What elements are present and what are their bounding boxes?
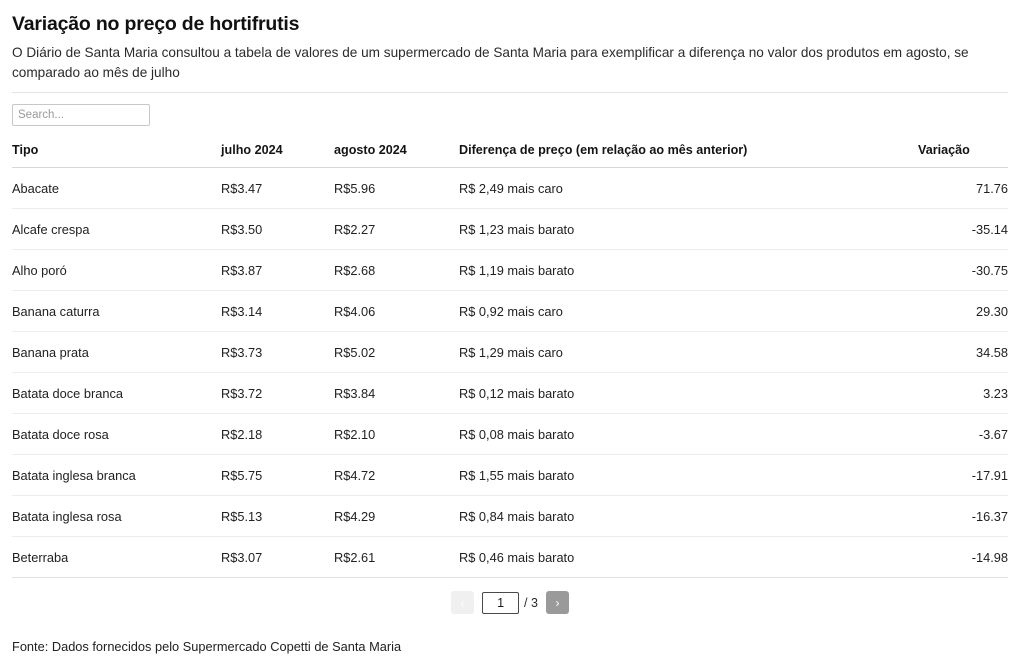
cell-tipo: Alho poró bbox=[12, 249, 221, 291]
cell-tipo: Banana caturra bbox=[12, 290, 221, 332]
cell-tipo: Batata inglesa rosa bbox=[12, 495, 221, 537]
cell-tipo: Batata inglesa branca bbox=[12, 454, 221, 496]
table-row: Batata doce branca R$3.72 R$3.84 R$ 0,12 ma… bbox=[12, 372, 1008, 414]
table-row: Batata doce rosa R$2.18 R$2.10 R$ 0,08 mais… bbox=[12, 413, 1008, 455]
table-row: Abacate R$3.47 R$5.96 R$ 2,49 mais caro 71.7… bbox=[12, 167, 1008, 209]
cell-tipo: Beterraba bbox=[12, 536, 221, 578]
source-note: Fonte: Dados fornecidos pelo Supermercad… bbox=[12, 639, 402, 654]
cell-agosto: R$5.96 bbox=[334, 167, 459, 209]
cell-julho: R$3.14 bbox=[221, 290, 334, 332]
cell-agosto: R$3.84 bbox=[334, 372, 459, 414]
cell-agosto: R$4.29 bbox=[334, 495, 459, 537]
cell-agosto: R$4.06 bbox=[334, 290, 459, 332]
cell-variacao: -3.67 bbox=[918, 413, 1008, 455]
cell-tipo: Batata doce rosa bbox=[12, 413, 221, 455]
pagination-total-label: / 3 bbox=[524, 595, 538, 610]
table-row: Batata inglesa branca R$5.75 R$4.72 R$ 1,55… bbox=[12, 454, 1008, 496]
cell-agosto: R$4.72 bbox=[334, 454, 459, 496]
column-header-julho[interactable]: julho 2024 bbox=[221, 143, 334, 168]
cell-tipo: Batata doce branca bbox=[12, 372, 221, 414]
cell-variacao: -14.98 bbox=[918, 536, 1008, 578]
pagination-prev-button[interactable]: ‹ bbox=[451, 591, 475, 614]
page-subtitle: O Diário de Santa Maria consultou a tabe… bbox=[12, 45, 969, 80]
price-variation-table: Tipo julho 2024 agosto 2024 Diferença de… bbox=[12, 143, 1008, 578]
table-row: Batata inglesa rosa R$5.13 R$4.29 R$ 0,84 m… bbox=[12, 495, 1008, 537]
cell-diferenca: R$ 1,19 mais barato bbox=[459, 249, 918, 291]
table-row: Alho poró R$3.87 R$2.68 R$ 1,19 mais barato… bbox=[12, 249, 1008, 291]
pagination: ‹ / 3 › bbox=[12, 591, 1008, 614]
cell-julho: R$5.13 bbox=[221, 495, 334, 537]
cell-variacao: -30.75 bbox=[918, 249, 1008, 291]
cell-julho: R$5.75 bbox=[221, 454, 334, 496]
cell-julho: R$3.72 bbox=[221, 372, 334, 414]
cell-julho: R$2.18 bbox=[221, 413, 334, 455]
cell-variacao: 3.23 bbox=[918, 372, 1008, 414]
cell-julho: R$3.87 bbox=[221, 249, 334, 291]
pagination-page-input[interactable] bbox=[482, 591, 520, 614]
cell-tipo: Banana prata bbox=[12, 331, 221, 373]
cell-diferenca: R$ 0,84 mais barato bbox=[459, 495, 918, 537]
column-header-tipo[interactable]: Tipo bbox=[12, 143, 221, 168]
cell-tipo: Abacate bbox=[12, 167, 221, 209]
cell-diferenca: R$ 0,08 mais barato bbox=[459, 413, 918, 455]
column-header-diferenca[interactable]: Diferença de preço (em relação ao mês an… bbox=[459, 143, 918, 168]
cell-agosto: R$2.27 bbox=[334, 208, 459, 250]
cell-julho: R$3.47 bbox=[221, 167, 334, 209]
table-header-row: Tipo julho 2024 agosto 2024 Diferença de… bbox=[12, 143, 1008, 168]
pagination-next-button[interactable]: › bbox=[545, 591, 569, 614]
table-row: Beterraba R$3.07 R$2.61 R$ 0,46 mais barato… bbox=[12, 536, 1008, 578]
table-row: Banana prata R$3.73 R$5.02 R$ 1,29 mais car… bbox=[12, 331, 1008, 373]
cell-agosto: R$2.68 bbox=[334, 249, 459, 291]
search-input[interactable] bbox=[12, 104, 150, 126]
cell-variacao: 34.58 bbox=[918, 331, 1008, 373]
cell-julho: R$3.73 bbox=[221, 331, 334, 373]
table-row: Alcafe crespa R$3.50 R$2.27 R$ 1,23 mais ba… bbox=[12, 208, 1008, 250]
cell-diferenca: R$ 0,92 mais caro bbox=[459, 290, 918, 332]
column-header-agosto[interactable]: agosto 2024 bbox=[334, 143, 459, 168]
cell-variacao: 29.30 bbox=[918, 290, 1008, 332]
cell-diferenca: R$ 1,55 mais barato bbox=[459, 454, 918, 496]
table-row: Banana caturra R$3.14 R$4.06 R$ 0,92 mais c… bbox=[12, 290, 1008, 332]
cell-agosto: R$2.10 bbox=[334, 413, 459, 455]
cell-diferenca: R$ 0,46 mais barato bbox=[459, 536, 918, 578]
cell-diferenca: R$ 2,49 mais caro bbox=[459, 167, 918, 209]
cell-diferenca: R$ 1,29 mais caro bbox=[459, 331, 918, 373]
cell-diferenca: R$ 0,12 mais barato bbox=[459, 372, 918, 414]
search-container bbox=[12, 93, 1008, 126]
cell-agosto: R$2.61 bbox=[334, 536, 459, 578]
column-header-variacao[interactable]: Variação bbox=[918, 143, 1008, 168]
table-body: Abacate R$3.47 R$5.96 R$ 2,49 mais caro 71.7… bbox=[12, 167, 1008, 578]
table-header: Tipo julho 2024 agosto 2024 Diferença de… bbox=[12, 143, 1008, 168]
cell-julho: R$3.07 bbox=[221, 536, 334, 578]
cell-tipo: Alcafe crespa bbox=[12, 208, 221, 250]
cell-diferenca: R$ 1,23 mais barato bbox=[459, 208, 918, 250]
cell-agosto: R$5.02 bbox=[334, 331, 459, 373]
page-title: Variação no preço de hortifrutis bbox=[12, 13, 300, 35]
cell-variacao: -17.91 bbox=[918, 454, 1008, 496]
datawrapper-table-page: Variação no preço de hortifrutis O Diári… bbox=[0, 0, 1020, 663]
cell-variacao: -35.14 bbox=[918, 208, 1008, 250]
cell-variacao: 71.76 bbox=[918, 167, 1008, 209]
cell-julho: R$3.50 bbox=[221, 208, 334, 250]
cell-variacao: -16.37 bbox=[918, 495, 1008, 537]
